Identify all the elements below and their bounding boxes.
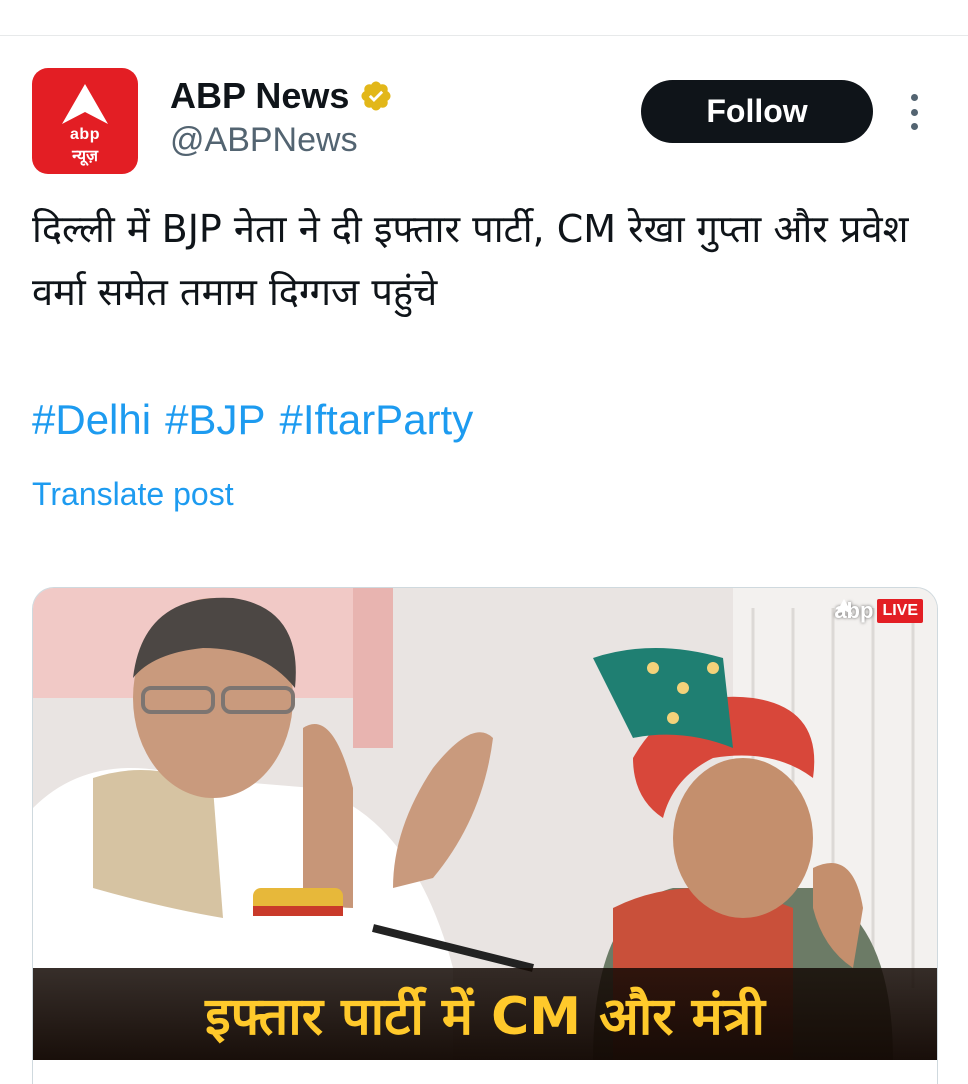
media-card-border — [32, 1059, 938, 1084]
live-badge: LIVE — [877, 599, 923, 623]
hashtag-iftarparty[interactable]: #IftarParty — [279, 396, 473, 444]
hashtag-bjp[interactable]: #BJP — [165, 396, 265, 444]
avatar-hindi-text: न्यूज़ — [72, 146, 98, 165]
abp-live-badge: abp LIVE — [834, 598, 923, 624]
post-text: दिल्ली में BJP नेता ने दी इफ्तार पार्टी,… — [32, 207, 909, 314]
abp-logo-icon — [835, 599, 854, 615]
more-options-icon[interactable] — [903, 94, 925, 130]
follow-button[interactable]: Follow — [641, 80, 873, 143]
avatar[interactable]: abp न्यूज़ — [32, 68, 138, 174]
account-name[interactable]: ABP News — [170, 75, 349, 117]
verified-badge-icon[interactable] — [359, 79, 393, 113]
image-caption: इफ्तार पार्टी में CM और मंत्री — [33, 968, 937, 1060]
abp-logo-icon — [62, 84, 108, 124]
avatar-brand-text: abp — [70, 126, 100, 143]
hashtag-list: #Delhi #BJP #IftarParty — [32, 396, 473, 444]
top-divider — [0, 35, 968, 36]
hashtag-delhi[interactable]: #Delhi — [32, 396, 151, 444]
translate-post-link[interactable]: Translate post — [32, 476, 234, 513]
account-handle[interactable]: @ABPNews — [170, 121, 358, 160]
post-image[interactable]: abp LIVE इफ्तार पार्टी में CM और मंत्री — [32, 587, 938, 1060]
account-name-row: ABP News — [170, 74, 393, 118]
